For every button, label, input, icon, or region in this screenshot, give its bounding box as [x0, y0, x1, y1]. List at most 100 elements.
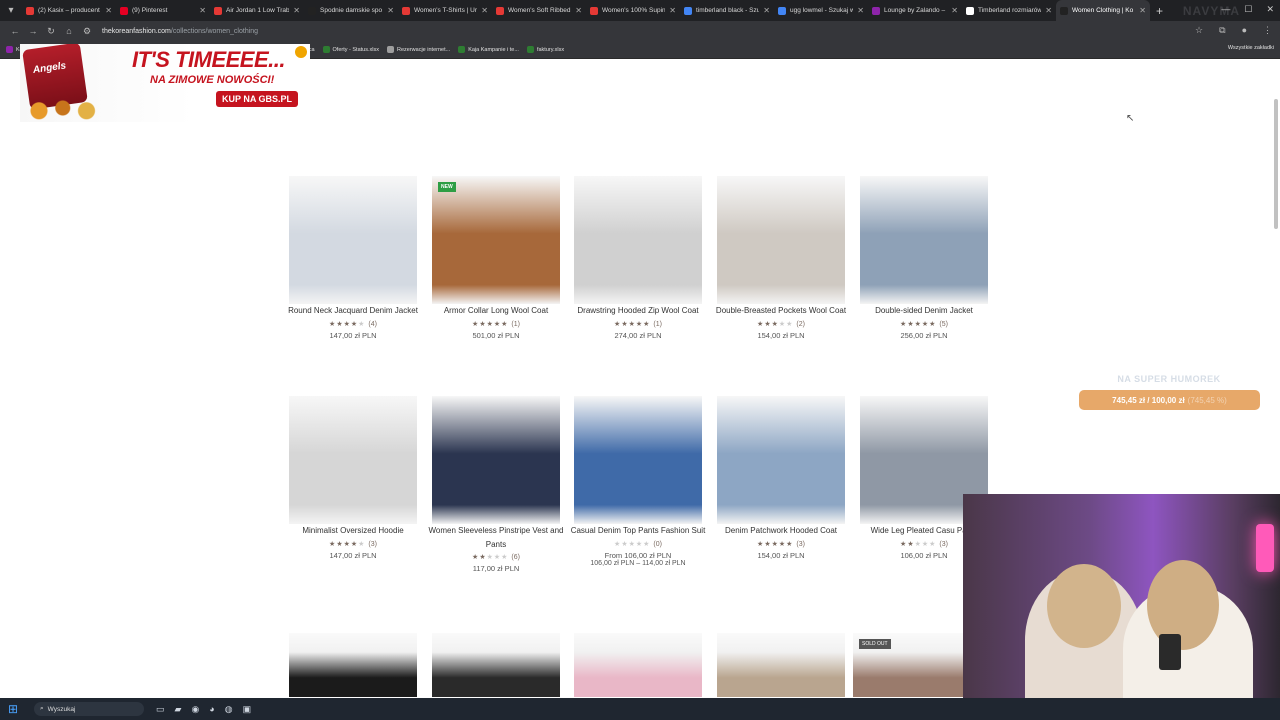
tab-close-icon[interactable]: ✕ — [387, 6, 394, 15]
browser-tab[interactable]: Women's 100% Supin ✕ — [586, 0, 680, 21]
product-image[interactable] — [432, 396, 560, 524]
star-rating-icon: ★★★★★ — [472, 320, 509, 328]
product-card[interactable]: Casual Denim Top Pants Fashion Suit ★★★★★… — [567, 396, 709, 567]
product-card[interactable] — [567, 633, 709, 697]
bookmark-item[interactable]: faktury.xlsx — [526, 46, 564, 53]
product-card[interactable]: NEW Armor Collar Long Wool Coat ★★★★★ (1) 5… — [425, 176, 567, 340]
product-name[interactable]: Minimalist Oversized Hoodie — [282, 524, 424, 538]
browser-tab[interactable]: Air Jordan 1 Low Trabi ✕ — [210, 0, 304, 21]
product-image[interactable] — [860, 176, 988, 304]
taskbar-search[interactable]: ⌕ Wyszukaj — [34, 702, 144, 716]
browser-menu-icon[interactable]: ⋮ — [1263, 25, 1272, 36]
extensions-icon[interactable]: ⧉ — [1219, 25, 1225, 36]
product-card[interactable] — [425, 633, 567, 697]
product-card[interactable]: Minimalist Oversized Hoodie ★★★★★ (3) 147,… — [282, 396, 424, 560]
streamer-right-head — [1147, 560, 1219, 650]
site-info-icon[interactable]: ⚙ — [78, 26, 96, 37]
bookmark-item[interactable]: Rezerwacje internet... — [387, 46, 450, 53]
tab-title: (2) Kasix – producent — [38, 7, 100, 14]
chrome-icon[interactable]: ◉ — [191, 704, 199, 715]
forward-icon[interactable]: → — [24, 26, 42, 36]
bookmark-star-icon[interactable]: ☆ — [1195, 25, 1203, 36]
browser-tab[interactable]: ugg lowmel - Szukaj w ✕ — [774, 0, 868, 21]
tab-close-icon[interactable]: ✕ — [1045, 6, 1052, 15]
reload-icon[interactable]: ↻ — [42, 26, 60, 37]
tab-close-icon[interactable]: ✕ — [575, 6, 582, 15]
close-window-icon[interactable]: ✕ — [1266, 4, 1274, 15]
minimize-icon[interactable]: — — [1221, 4, 1230, 15]
tab-close-icon[interactable]: ✕ — [293, 6, 300, 15]
all-bookmarks-link[interactable]: Wszystkie zakładki — [1228, 45, 1274, 51]
product-image[interactable] — [574, 176, 702, 304]
product-image[interactable] — [717, 176, 845, 304]
bookmark-item[interactable]: Oferty - Status.xlsx — [322, 46, 379, 53]
product-name[interactable]: Casual Denim Top Pants Fashion Suit — [567, 524, 709, 538]
product-image[interactable] — [289, 176, 417, 304]
terminal-icon[interactable]: ▣ — [243, 704, 252, 715]
home-icon[interactable]: ⌂ — [60, 26, 78, 36]
profile-avatar-icon[interactable]: ● — [1242, 25, 1247, 36]
url-field[interactable]: thekoreanfashion.com/collections/women_c… — [102, 28, 258, 35]
product-image[interactable] — [289, 633, 417, 697]
product-image[interactable] — [289, 396, 417, 524]
discord-icon[interactable]: ◕ — [209, 704, 214, 715]
product-image[interactable] — [432, 633, 560, 697]
tab-close-icon[interactable]: ✕ — [669, 6, 676, 15]
file-explorer-icon[interactable]: ▰ — [175, 704, 182, 715]
back-icon[interactable]: ← — [6, 26, 24, 36]
product-card[interactable]: Denim Patchwork Hooded Coat ★★★★★ (3) 154,… — [710, 396, 852, 560]
review-count: (3) — [368, 540, 377, 548]
browser-tab[interactable]: (2) Kasix – producent ✕ — [22, 0, 116, 21]
product-name[interactable]: Women Sleeveless Pinstripe Vest and Pant… — [425, 524, 567, 551]
browser-tab[interactable]: (9) Pinterest ✕ — [116, 0, 210, 21]
ad-cta-button[interactable]: KUP NA GBS.PL — [216, 91, 299, 107]
tab-close-icon[interactable]: ✕ — [105, 6, 112, 15]
browser-tab[interactable]: Women's T-Shirts | Ur ✕ — [398, 0, 492, 21]
product-image[interactable] — [717, 633, 845, 697]
tab-close-icon[interactable]: ✕ — [857, 6, 864, 15]
sold-out-badge: SOLD OUT — [859, 639, 891, 649]
product-card[interactable] — [710, 633, 852, 697]
maximize-icon[interactable]: ☐ — [1244, 4, 1252, 15]
browser-tab[interactable]: Lounge by Zalando – s ✕ — [868, 0, 962, 21]
product-image[interactable]: NEW — [432, 176, 560, 304]
product-card[interactable] — [282, 633, 424, 697]
scrollbar-thumb[interactable] — [1274, 99, 1278, 229]
tab-close-icon[interactable]: ✕ — [1139, 6, 1146, 15]
tab-close-icon[interactable]: ✕ — [951, 6, 958, 15]
browser-tab[interactable]: timberland black - Szuk ✕ — [680, 0, 774, 21]
product-name[interactable]: Denim Patchwork Hooded Coat — [710, 524, 852, 538]
browser-tab[interactable]: Women Clothing | Ko ✕ — [1056, 0, 1150, 21]
product-card[interactable]: Women Sleeveless Pinstripe Vest and Pant… — [425, 396, 567, 573]
new-tab-icon[interactable]: + — [1156, 4, 1163, 18]
app-icon[interactable]: ◍ — [225, 704, 233, 715]
product-image[interactable] — [574, 396, 702, 524]
product-image[interactable]: SOLD OUT — [853, 633, 981, 697]
windows-start-icon[interactable]: ⊞ — [8, 702, 24, 716]
product-image[interactable] — [717, 396, 845, 524]
tab-close-icon[interactable]: ✕ — [199, 6, 206, 15]
product-name[interactable]: Round Neck Jacquard Denim Jacket — [282, 304, 424, 318]
tab-search-icon[interactable]: ▾ — [0, 5, 22, 16]
ad-banner[interactable]: Angels IT'S TIMEEEE... NA ZIMOWE NOWOŚCI… — [20, 44, 310, 122]
product-card[interactable]: Double-sided Denim Jacket ★★★★★ (5) 256,00… — [853, 176, 995, 340]
product-name[interactable]: Drawstring Hooded Zip Wool Coat — [567, 304, 709, 318]
browser-tab[interactable]: Spodnie damskie spo ✕ — [304, 0, 398, 21]
product-image[interactable] — [574, 633, 702, 697]
browser-tab[interactable]: Women's Soft Ribbed ✕ — [492, 0, 586, 21]
browser-tab[interactable]: Timberland rozmiarów ✕ — [962, 0, 1056, 21]
product-name[interactable]: Armor Collar Long Wool Coat — [425, 304, 567, 318]
product-name[interactable]: Double-sided Denim Jacket — [853, 304, 995, 318]
tab-close-icon[interactable]: ✕ — [763, 6, 770, 15]
review-count: (4) — [368, 320, 377, 328]
streamer-left-head — [1047, 564, 1121, 648]
task-view-icon[interactable]: ▭ — [156, 704, 165, 715]
product-name[interactable]: Double-Breasted Pockets Wool Coat — [710, 304, 852, 318]
tab-favicon-icon — [402, 6, 410, 15]
product-card[interactable]: Round Neck Jacquard Denim Jacket ★★★★★ (4… — [282, 176, 424, 340]
product-card[interactable]: Drawstring Hooded Zip Wool Coat ★★★★★ (1)… — [567, 176, 709, 340]
tab-close-icon[interactable]: ✕ — [481, 6, 488, 15]
bookmark-item[interactable]: Kaja Kampanie i te... — [458, 46, 519, 53]
product-price: 147,00 zł PLN — [329, 550, 377, 560]
product-card[interactable]: Double-Breasted Pockets Wool Coat ★★★★★ (… — [710, 176, 852, 340]
